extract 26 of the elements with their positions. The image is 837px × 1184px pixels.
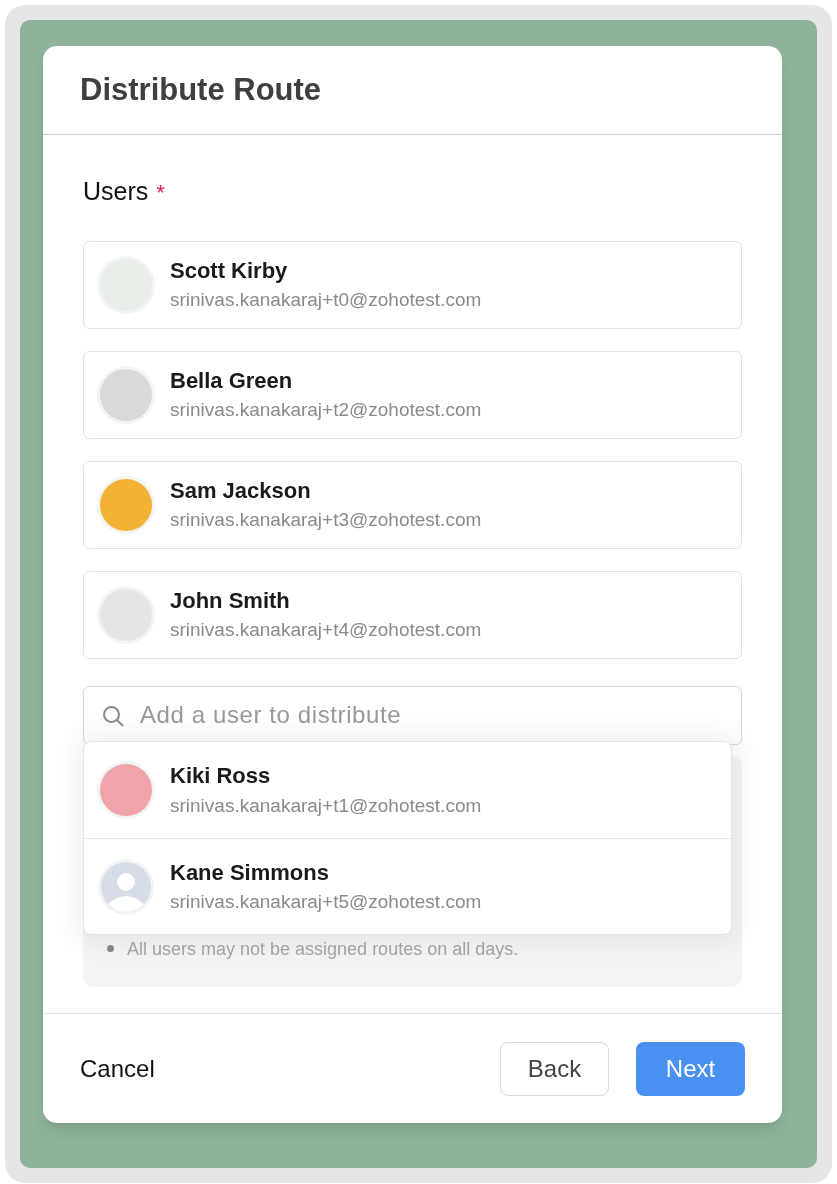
required-mark: * [156,179,165,207]
user-card[interactable]: Scott Kirby srinivas.kanakaraj+t0@zohotest.com [83,240,742,329]
user-name: John Smith [170,586,291,615]
users-label: Users [83,176,149,207]
note-text: All users may not be assigned routes on all days. [107,935,519,963]
user-card[interactable]: Bella Green srinivas.kanakaraj+t2@zohotest.com [83,350,742,439]
suggestion-item[interactable]: Kiki Ross srinivas.kanakaraj+t1@zohotest.com [84,742,731,838]
user-card[interactable]: Sam Jackson srinivas.kanakaraj+t3@zohotest.com [83,460,742,549]
suggestion-item[interactable]: Kane Simmons srinivas.kanakaraj+t5@zohotest.com [84,838,731,934]
cancel-button[interactable]: Cancel [80,1050,155,1087]
user-card[interactable]: John Smith srinivas.kanakaraj+t4@zohotest.com [83,570,742,659]
back-button[interactable]: Back [500,1041,609,1096]
user-name: Scott Kirby [170,256,289,285]
user-email: srinivas.kanakaraj+t2@zohotest.com [170,398,482,423]
user-email: srinivas.kanakaraj+t3@zohotest.com [170,508,482,533]
user-email: srinivas.kanakaraj+t4@zohotest.com [170,618,482,643]
search-icon [101,703,125,728]
user-email: srinivas.kanakaraj+t1@zohotest.com [170,793,482,818]
user-name: Kane Simmons [170,858,330,887]
search-field[interactable]: Add a user to distribute [83,685,742,745]
dialog-title: Distribute Route [80,70,322,109]
user-name: Sam Jackson [170,476,312,505]
user-name: Kiki Ross [170,762,272,790]
user-email: srinivas.kanakaraj+t5@zohotest.com [170,890,482,915]
user-email: srinivas.kanakaraj+t0@zohotest.com [170,288,482,313]
user-name: Bella Green [170,366,294,395]
